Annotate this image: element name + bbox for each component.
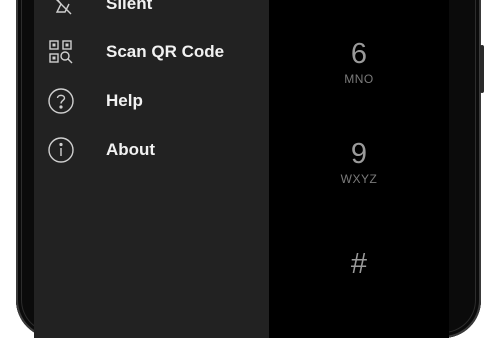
menu-item-silent[interactable]: Silent xyxy=(34,0,269,24)
menu-item-label: Silent xyxy=(106,0,153,13)
menu-item-label: About xyxy=(106,140,156,159)
dialpad-key-6[interactable]: 6 MNO xyxy=(309,38,409,98)
phone-screen: Silent Scan QR Code Help About 6 MNO 9 W… xyxy=(34,0,449,338)
info-icon xyxy=(46,135,76,165)
help-icon xyxy=(46,86,76,116)
navigation-drawer: Silent Scan QR Code Help About xyxy=(34,0,269,338)
key-digit: # xyxy=(350,248,368,280)
menu-item-about[interactable]: About xyxy=(34,130,269,170)
dialpad: 6 MNO 9 WXYZ # xyxy=(269,0,449,338)
dialpad-key-9[interactable]: 9 WXYZ xyxy=(309,138,409,198)
menu-item-scan-qr-code[interactable]: Scan QR Code xyxy=(34,32,269,72)
dialpad-key-hash[interactable]: # xyxy=(309,248,409,308)
menu-item-label: Help xyxy=(106,91,143,110)
menu-item-label: Scan QR Code xyxy=(106,42,225,61)
phone-side-button xyxy=(480,45,484,93)
key-letters: MNO xyxy=(344,72,374,86)
qr-code-icon xyxy=(46,37,76,67)
menu-item-help[interactable]: Help xyxy=(34,81,269,121)
key-letters: WXYZ xyxy=(340,172,378,186)
silent-icon xyxy=(46,0,76,19)
key-digit: 6 xyxy=(350,38,368,70)
key-digit: 9 xyxy=(350,138,368,170)
